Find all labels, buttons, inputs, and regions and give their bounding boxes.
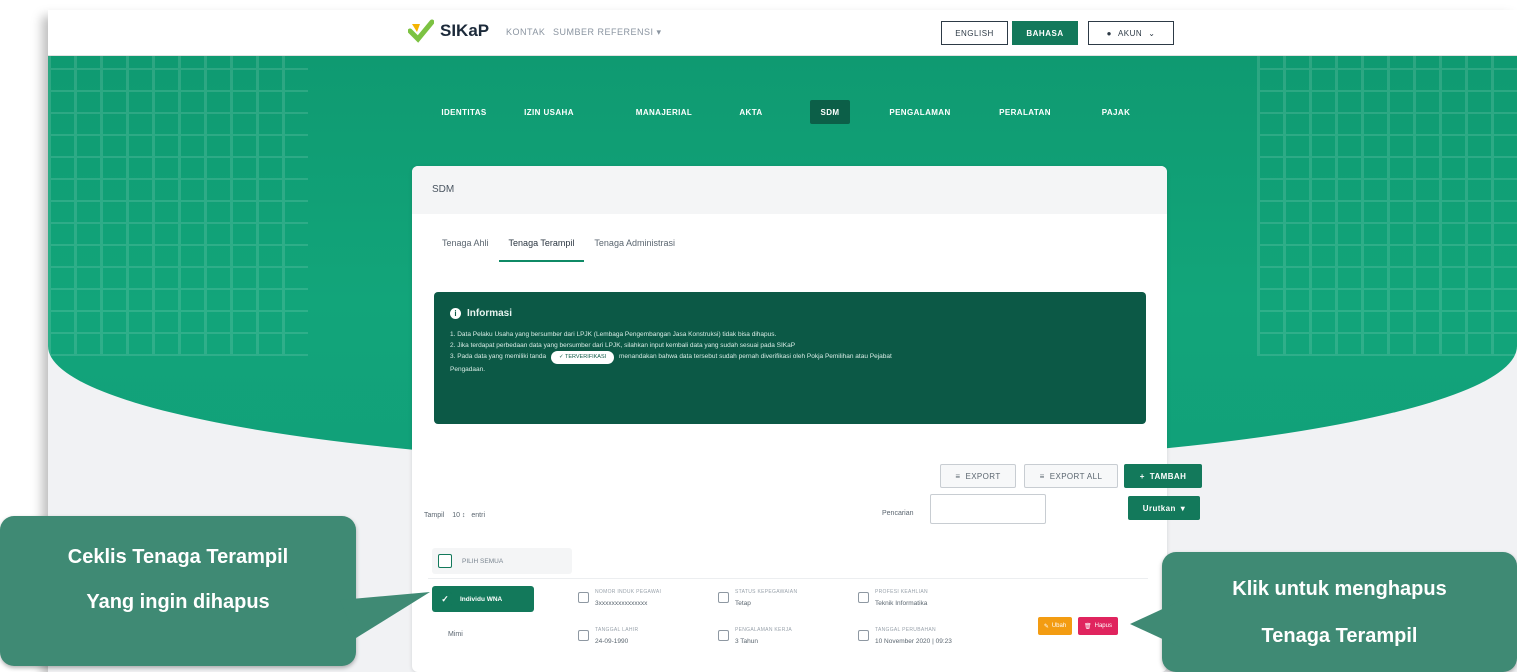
briefcase-icon xyxy=(858,592,869,603)
info-icon: i xyxy=(450,308,461,319)
plus-icon: + xyxy=(1139,471,1145,481)
menu-izin-usaha[interactable]: IZIN USAHA xyxy=(514,100,584,124)
export-all-button[interactable]: ≡ EXPORT ALL xyxy=(1024,464,1118,488)
info-line-1: 1. Data Pelaku Usaha yang bersumber dari… xyxy=(450,331,777,338)
tab-tenaga-terampil[interactable]: Tenaga Terampil xyxy=(498,230,585,262)
building-decoration xyxy=(48,56,308,356)
building-decoration xyxy=(1257,56,1517,356)
row-checkbox[interactable]: ✓ xyxy=(438,592,452,606)
delete-button[interactable]: 🗑 Hapus xyxy=(1078,617,1118,635)
experience-icon xyxy=(718,630,729,641)
callout-checklist: Ceklis Tenaga Terampil Yang ingin dihapu… xyxy=(0,516,356,666)
row-checkbox-tag[interactable]: ✓ Individu WNA xyxy=(432,586,534,612)
field-status: STATUS KEPEGAWAIAN Tetap xyxy=(718,589,797,607)
account-label: AKUN xyxy=(1117,28,1143,38)
info-line-2: 2. Jika terdapat perbedaan data yang ber… xyxy=(450,342,796,349)
entries-control: Tampil 10 ↕ entri xyxy=(424,512,486,519)
trash-icon: 🗑 xyxy=(1084,623,1092,630)
select-all-checkbox[interactable] xyxy=(438,554,452,568)
tab-tenaga-administrasi[interactable]: Tenaga Administrasi xyxy=(584,230,685,262)
info-panel: i Informasi 1. Data Pelaku Usaha yang be… xyxy=(434,292,1146,424)
info-line-4: Pengadaan. xyxy=(450,366,486,373)
select-all-row[interactable]: PILIH SEMUA xyxy=(432,548,572,574)
menu-identitas[interactable]: IDENTITAS xyxy=(434,100,494,124)
chevron-down-icon: ▾ xyxy=(1180,503,1186,513)
callout-delete: Klik untuk menghapus Tenaga Terampil xyxy=(1162,552,1517,672)
user-icon: ● xyxy=(1106,28,1112,38)
verified-badge: ✓ TERVERIFIKASI xyxy=(550,351,615,364)
table-row: NOMOR INDUK PEGAWAI 3xxxxxxxxxxxxxxx STAT… xyxy=(428,578,1148,672)
clock-icon xyxy=(858,630,869,641)
list-icon: ≡ xyxy=(1039,471,1045,481)
callout-pointer-left xyxy=(340,592,430,638)
field-nip: NOMOR INDUK PEGAWAI 3xxxxxxxxxxxxxxx xyxy=(578,589,661,607)
calendar-icon xyxy=(578,630,589,641)
entries-select[interactable]: 10 ↕ xyxy=(452,512,465,519)
search-input[interactable] xyxy=(930,494,1046,524)
sikap-logo-icon xyxy=(407,19,435,43)
info-title: i Informasi xyxy=(450,308,1130,319)
tab-tenaga-ahli[interactable]: Tenaga Ahli xyxy=(432,230,499,262)
menu-manajerial[interactable]: MANAJERIAL xyxy=(632,100,696,124)
menu-pengalaman[interactable]: PENGALAMAN xyxy=(884,100,956,124)
top-navbar: SIKaP KONTAK SUMBER REFERENSI ▾ ENGLISH … xyxy=(48,10,1517,56)
id-card-icon xyxy=(578,592,589,603)
menu-pajak[interactable]: PAJAK xyxy=(1096,100,1136,124)
edit-icon: ✎ xyxy=(1043,623,1049,630)
nav-sumber-referensi[interactable]: SUMBER REFERENSI ▾ xyxy=(553,27,662,38)
field-tanggal-perubahan: TANGGAL PERUBAHAN 10 November 2020 | 09:2… xyxy=(858,627,952,645)
card-title: SDM xyxy=(412,166,1167,214)
field-pengalaman: PENGALAMAN KERJA 3 Tahun xyxy=(718,627,792,645)
menu-sdm[interactable]: SDM xyxy=(810,100,850,124)
tambah-button[interactable]: + TAMBAH xyxy=(1124,464,1202,488)
lang-english-button[interactable]: ENGLISH xyxy=(941,21,1008,45)
export-button[interactable]: ≡ EXPORT xyxy=(940,464,1016,488)
field-profesi: PROFESI KEAHLIAN Teknik Informatika xyxy=(858,589,928,607)
sort-dropdown[interactable]: Urutkan ▾ xyxy=(1128,496,1200,520)
nav-kontak[interactable]: KONTAK xyxy=(506,27,545,37)
edit-button[interactable]: ✎ Ubah xyxy=(1038,617,1072,635)
callout-pointer-right xyxy=(1130,600,1182,648)
search-label: Pencarian xyxy=(882,510,914,517)
row-name: Mimi xyxy=(448,631,463,638)
tab-bar: Tenaga Ahli Tenaga Terampil Tenaga Admin… xyxy=(432,230,685,262)
info-line-3: 3. Pada data yang memiliki tanda ✓ TERVE… xyxy=(450,351,1130,364)
app-logo[interactable]: SIKaP xyxy=(407,19,490,43)
status-icon xyxy=(718,592,729,603)
account-dropdown[interactable]: ● AKUN ⌄ xyxy=(1088,21,1174,45)
menu-akta[interactable]: AKTA xyxy=(736,100,766,124)
chevron-down-icon: ⌄ xyxy=(1148,28,1156,38)
list-icon: ≡ xyxy=(955,471,961,481)
sdm-card: SDM Tenaga Ahli Tenaga Terampil Tenaga A… xyxy=(412,166,1202,672)
lang-bahasa-button[interactable]: BAHASA xyxy=(1012,21,1078,45)
menu-peralatan[interactable]: PERALATAN xyxy=(992,100,1058,124)
field-tanggal-lahir: TANGGAL LAHIR 24-09-1990 xyxy=(578,627,638,645)
logo-text: SIKaP xyxy=(440,21,490,40)
